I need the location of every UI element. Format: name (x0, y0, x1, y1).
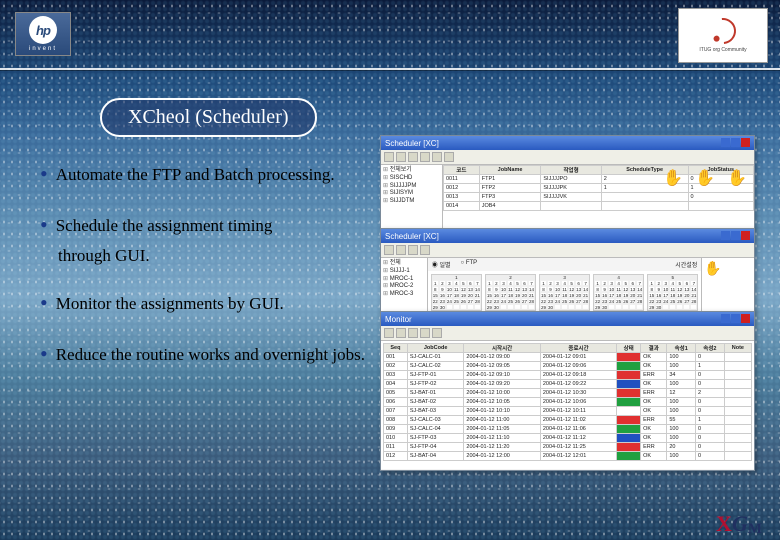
toolbar (381, 326, 754, 341)
window-titlebar: Monitor (381, 312, 754, 326)
close-icon (741, 231, 750, 240)
min-icon (721, 138, 730, 147)
bullet-item: Schedule the assignment timing (40, 211, 365, 240)
bullet-item-cont: through GUI. (58, 245, 365, 267)
toolbar (381, 243, 754, 258)
wizard-icon: ✋ (694, 167, 716, 189)
tool-icon (420, 328, 430, 338)
wizard-icon: ✋ (726, 167, 748, 189)
tool-icon (420, 152, 430, 162)
hp-mark-icon: hp (29, 16, 57, 44)
calendar-row: 1123456789101112131415161718192021222324… (428, 271, 702, 313)
min-icon (721, 231, 730, 240)
header-divider (0, 68, 780, 70)
tool-icon (408, 152, 418, 162)
right-panel: ✋ (701, 258, 754, 311)
radio-label: FTP (466, 260, 477, 266)
toolbar (381, 150, 754, 165)
slide-title: XCheol (Scheduler) (100, 98, 317, 137)
tool-icon (384, 152, 394, 162)
screenshot-scheduler-list: Scheduler [XC] 전체보기SISCHDSIJJJJPMSIJISYM… (380, 135, 755, 230)
window-titlebar: Scheduler [XC] (381, 229, 754, 243)
window-title: Scheduler [XC] (385, 139, 439, 148)
tool-icon (396, 245, 406, 255)
hp-invent-label: invent (29, 46, 57, 52)
monitor-table: SeqJobCode시작시간종료시간상태결과속성1속성2Note001SJ-CA… (383, 343, 752, 461)
tool-icon (444, 152, 454, 162)
max-icon (731, 231, 740, 240)
corner-badge: ITUG org Community (678, 8, 768, 63)
option-row: ◉ 일별 ○ FTP 시간설정 (428, 258, 702, 271)
tree-panel: 전체보기SISCHDSIJJJJPMSIJISYMSIJJDTM (381, 165, 443, 228)
tree-panel: 전체SIJJJ-1MROC-1MROC-2MROC-3 (381, 258, 428, 311)
logo-g: G (732, 511, 748, 536)
window-title: Monitor (385, 315, 412, 324)
max-icon (731, 138, 740, 147)
tool-icon (408, 328, 418, 338)
logo-m: M (748, 521, 762, 537)
tool-icon (384, 328, 394, 338)
bullet-item: Monitor the assignments by GUI. (40, 289, 365, 318)
wizard-icon: ✋ (704, 260, 721, 276)
footer-logo: XGM (716, 511, 762, 534)
window-titlebar: Scheduler [XC] (381, 136, 754, 150)
tool-icon (408, 245, 418, 255)
max-icon (731, 314, 740, 323)
radio-label: 일별 (439, 263, 450, 269)
screenshot-monitor: Monitor SeqJobCode시작시간종료시간상태결과속성1속성2Note… (380, 311, 755, 471)
window-title: Scheduler [XC] (385, 232, 439, 241)
bullet-item: Automate the FTP and Batch processing. (40, 160, 365, 189)
logo-x: X (716, 511, 732, 536)
corner-caption: ITUG org Community (699, 47, 746, 53)
monitor-grid: SeqJobCode시작시간종료시간상태결과속성1속성2Note001SJ-CA… (381, 341, 754, 469)
tool-icon (396, 152, 406, 162)
swirl-icon (705, 13, 742, 50)
bullet-list: Automate the FTP and Batch processing. S… (40, 160, 365, 390)
min-icon (721, 314, 730, 323)
grid-panel: ✋ ✋ ✋ 코드JobName작업형ScheduleTypeJobStatus0… (443, 165, 754, 228)
screenshot-scheduler-calendar: Scheduler [XC] 전체SIJJJ-1MROC-1MROC-2MROC… (380, 228, 755, 313)
bullet-item: Reduce the routine works and overnight j… (40, 340, 365, 369)
tool-icon (432, 152, 442, 162)
close-icon (741, 314, 750, 323)
panel-label: 시간설정 (675, 260, 697, 269)
hp-logo: hp invent (15, 12, 71, 56)
tool-icon (432, 328, 442, 338)
tool-icon (396, 328, 406, 338)
close-icon (741, 138, 750, 147)
tool-icon (420, 245, 430, 255)
tool-icon (384, 245, 394, 255)
wizard-icon: ✋ (662, 167, 684, 189)
